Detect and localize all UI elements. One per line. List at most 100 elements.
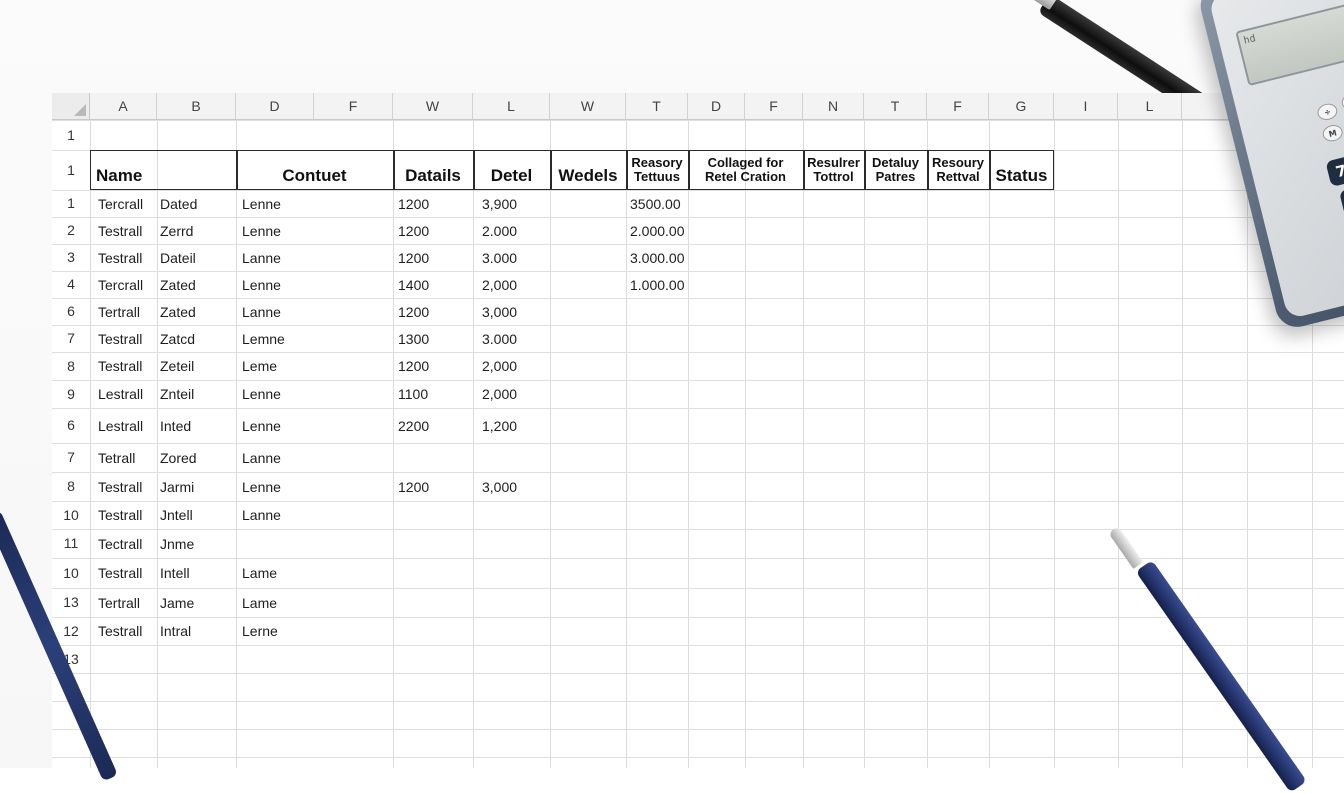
- row-number[interactable]: 11: [52, 529, 90, 558]
- cell-b[interactable]: Zerrd: [160, 217, 236, 244]
- cell-name[interactable]: Lestrall: [98, 380, 157, 408]
- column-header[interactable]: L: [1118, 93, 1182, 120]
- cell-contuet[interactable]: Lame: [242, 588, 392, 617]
- cell-contuet[interactable]: Lenne: [242, 190, 392, 217]
- cell-detel[interactable]: 3,900: [482, 190, 550, 217]
- cell-b[interactable]: Zored: [160, 443, 236, 472]
- cell-name[interactable]: Tercrall: [98, 190, 157, 217]
- cell-b[interactable]: Zeteil: [160, 352, 236, 380]
- row-number[interactable]: 9: [52, 380, 90, 408]
- column-header[interactable]: W: [550, 93, 626, 120]
- cell-reasory[interactable]: 3.000.00: [630, 244, 688, 271]
- column-header[interactable]: N: [803, 93, 864, 120]
- header-detaluy[interactable]: Detaluy Patres: [864, 150, 927, 190]
- row-number[interactable]: 8: [52, 472, 90, 501]
- cell-detel[interactable]: 1,200: [482, 408, 550, 443]
- column-header[interactable]: F: [745, 93, 803, 120]
- cell-reasory[interactable]: [630, 325, 688, 352]
- cell-reasory[interactable]: [630, 472, 688, 501]
- cell-b[interactable]: Jnme: [160, 529, 236, 558]
- header-wedels[interactable]: Wedels: [550, 150, 626, 190]
- cell-detel[interactable]: [482, 501, 550, 529]
- cell-b[interactable]: Jarmi: [160, 472, 236, 501]
- cell-reasory[interactable]: [630, 380, 688, 408]
- column-header[interactable]: T: [864, 93, 927, 120]
- cell-contuet[interactable]: Lemne: [242, 325, 392, 352]
- row-number[interactable]: 10: [52, 558, 90, 588]
- header-collaged[interactable]: Collaged for Retel Cration: [688, 150, 803, 190]
- cell-name[interactable]: Testrall: [98, 472, 157, 501]
- cell-contuet[interactable]: Lenne: [242, 271, 392, 298]
- cell-contuet[interactable]: Lame: [242, 558, 392, 588]
- cell-b[interactable]: Znteil: [160, 380, 236, 408]
- cell-b[interactable]: Inted: [160, 408, 236, 443]
- cell-b[interactable]: Jame: [160, 588, 236, 617]
- cell-contuet[interactable]: Lenne: [242, 217, 392, 244]
- cell-datails[interactable]: 1200: [398, 217, 473, 244]
- cell-detel[interactable]: [482, 588, 550, 617]
- cell-datails[interactable]: 1200: [398, 244, 473, 271]
- row-number[interactable]: 8: [52, 352, 90, 380]
- column-header[interactable]: T: [626, 93, 688, 120]
- column-header[interactable]: F: [314, 93, 393, 120]
- cell-detel[interactable]: 3,000: [482, 298, 550, 325]
- cell-detel[interactable]: 2,000: [482, 352, 550, 380]
- cell-b[interactable]: Intell: [160, 558, 236, 588]
- cell-name[interactable]: Testrall: [98, 352, 157, 380]
- cell-reasory[interactable]: [630, 617, 688, 645]
- cell-contuet[interactable]: Lerne: [242, 617, 392, 645]
- cell-detel[interactable]: [482, 529, 550, 558]
- cell-name[interactable]: Testrall: [98, 217, 157, 244]
- header-resoury[interactable]: Resoury Rettval: [927, 150, 989, 190]
- cell-contuet[interactable]: Leme: [242, 352, 392, 380]
- row-number[interactable]: 10: [52, 501, 90, 529]
- cell-name[interactable]: Testrall: [98, 325, 157, 352]
- cell-name[interactable]: Tetrall: [98, 443, 157, 472]
- cell-detel[interactable]: 2.000: [482, 217, 550, 244]
- row-number[interactable]: 6: [52, 298, 90, 325]
- cell-datails[interactable]: 1100: [398, 380, 473, 408]
- column-header[interactable]: B: [157, 93, 236, 120]
- cell-name[interactable]: Testrall: [98, 558, 157, 588]
- header-reasory[interactable]: Reasory Tettuus: [626, 150, 688, 190]
- cell-datails[interactable]: [398, 617, 473, 645]
- cell-reasory[interactable]: [630, 529, 688, 558]
- row-number[interactable]: 7: [52, 325, 90, 352]
- column-header[interactable]: D: [236, 93, 314, 120]
- header-status[interactable]: Status: [989, 150, 1054, 190]
- row-number[interactable]: 6: [52, 408, 90, 443]
- cell-datails[interactable]: 1200: [398, 472, 473, 501]
- cell-reasory[interactable]: [630, 443, 688, 472]
- cell-detel[interactable]: [482, 558, 550, 588]
- row-number[interactable]: 1: [52, 190, 90, 217]
- row-number[interactable]: 13: [52, 588, 90, 617]
- cell-datails[interactable]: 1200: [398, 352, 473, 380]
- cell-detel[interactable]: 2,000: [482, 380, 550, 408]
- cell-datails[interactable]: [398, 529, 473, 558]
- cell-b[interactable]: Dated: [160, 190, 236, 217]
- cell-datails[interactable]: 1300: [398, 325, 473, 352]
- cell-datails[interactable]: [398, 558, 473, 588]
- cell-detel[interactable]: 2,000: [482, 271, 550, 298]
- cell-contuet[interactable]: Lenne: [242, 472, 392, 501]
- cell-b[interactable]: Intral: [160, 617, 236, 645]
- header-name[interactable]: Name: [96, 150, 236, 190]
- column-header[interactable]: A: [90, 93, 157, 120]
- cell-contuet[interactable]: Lenne: [242, 408, 392, 443]
- cell-datails[interactable]: [398, 588, 473, 617]
- cell-b[interactable]: Zatcd: [160, 325, 236, 352]
- cell-name[interactable]: Tercrall: [98, 271, 157, 298]
- column-header[interactable]: D: [688, 93, 745, 120]
- row-number[interactable]: 4: [52, 271, 90, 298]
- cell-reasory[interactable]: [630, 588, 688, 617]
- cell-reasory[interactable]: [630, 501, 688, 529]
- cell-name[interactable]: Tertrall: [98, 298, 157, 325]
- cell-detel[interactable]: [482, 617, 550, 645]
- cell-reasory[interactable]: [630, 352, 688, 380]
- column-header[interactable]: L: [473, 93, 550, 120]
- header-contuet[interactable]: Contuet: [236, 150, 393, 190]
- column-header[interactable]: W: [393, 93, 473, 120]
- cell-datails[interactable]: [398, 443, 473, 472]
- cell-contuet[interactable]: Lenne: [242, 380, 392, 408]
- cell-contuet[interactable]: [242, 529, 392, 558]
